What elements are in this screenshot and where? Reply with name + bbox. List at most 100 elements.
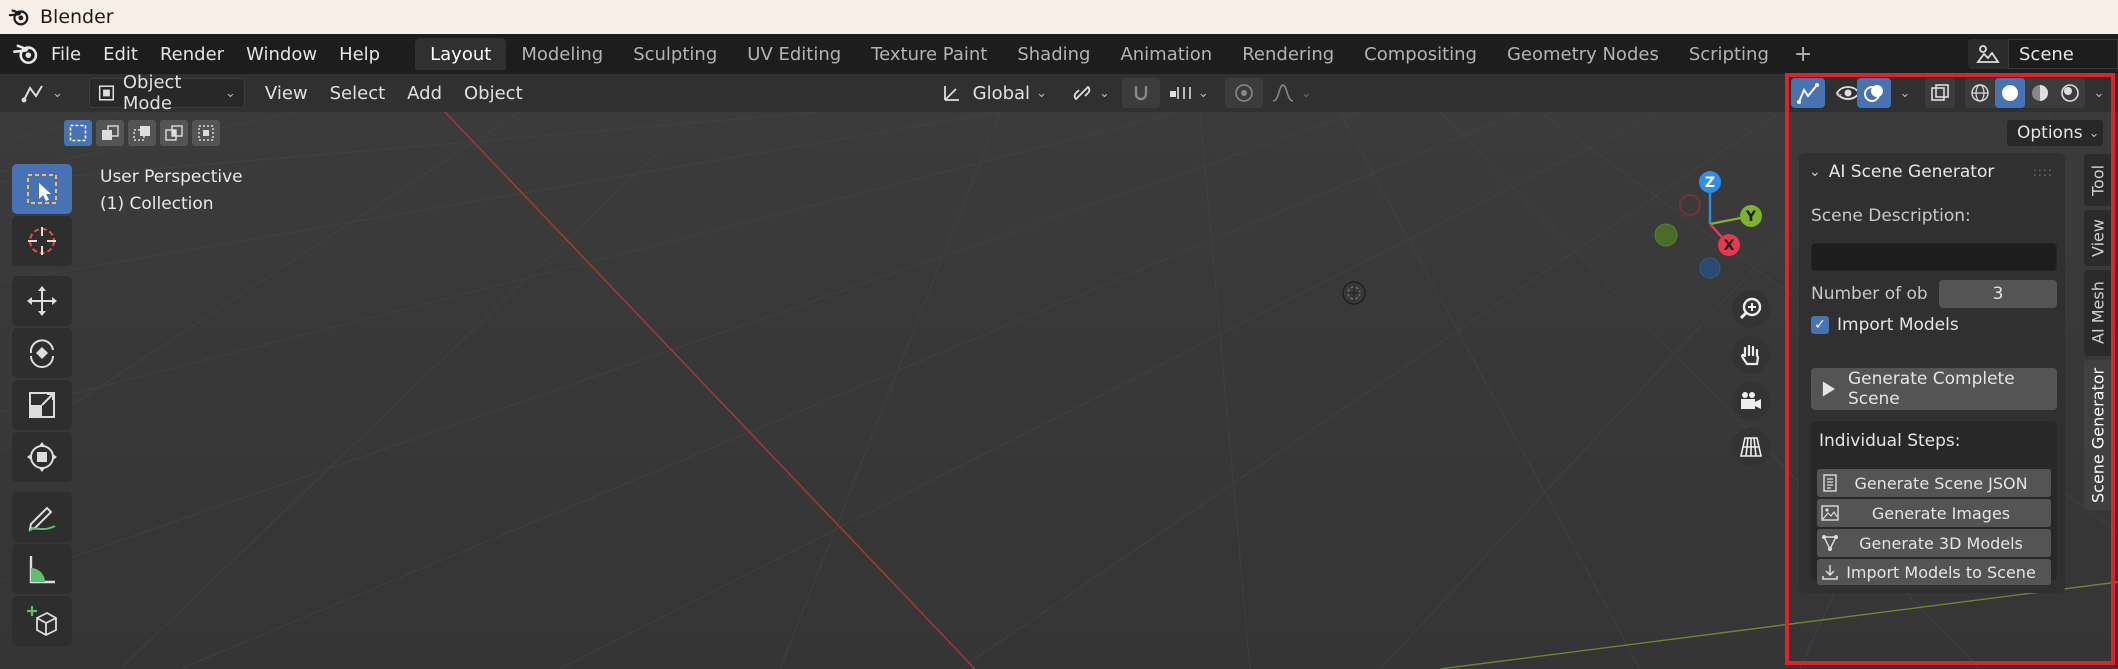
tool-select-box[interactable] [12,164,72,214]
scene-description-input[interactable] [1811,243,2057,271]
viewport-perspective-label: User Perspective [100,167,243,187]
header-menu-object[interactable]: Object [456,78,531,108]
shading-rendered-button[interactable] [2055,78,2085,108]
scene-selector[interactable]: Scene [1968,37,2118,71]
image-icon [1821,505,1839,521]
navigation-gizmo[interactable]: Z Y X [1650,168,1770,288]
select-new-button[interactable] [64,120,92,146]
tool-rotate[interactable] [12,328,72,378]
select-intersect-button[interactable] [192,120,220,146]
number-of-objects-row: Number of ob 3 [1811,279,2057,309]
blender-menu-icon[interactable] [12,40,40,68]
tab-uv-editing[interactable]: UV Editing [732,38,856,70]
perspective-toggle-button[interactable] [1732,428,1770,466]
tab-modeling[interactable]: Modeling [506,38,618,70]
text-document-icon [1823,474,1837,492]
tool-move[interactable] [12,276,72,326]
sidebar-tab-scene-generator[interactable]: Scene Generator [2084,360,2112,510]
chevron-down-icon: ⌄ [2093,85,2105,101]
gizmo-toggle-button[interactable] [1791,78,1825,108]
scene-icon[interactable] [1968,39,2008,69]
gizmo-dropdown[interactable]: ⌄ [1829,78,1849,108]
pivot-point-button[interactable]: ⌄ [1063,78,1118,108]
zoom-button[interactable] [1732,290,1770,328]
shading-material-button[interactable] [2025,78,2055,108]
generate-images-button[interactable]: Generate Images [1817,499,2051,527]
options-dropdown[interactable]: Options ⌄ [2006,119,2104,147]
tab-sculpting[interactable]: Sculpting [618,38,732,70]
transform-orientation-dropdown[interactable]: Global ⌄ [933,78,1055,108]
transform-icon [27,442,57,472]
proportional-edit-toggle[interactable] [1224,78,1263,108]
tool-annotate[interactable] [12,492,72,542]
tab-layout[interactable]: Layout [415,38,507,70]
select-subtract-button[interactable] [128,120,156,146]
falloff-dropdown[interactable]: ⌄ [1263,78,1320,108]
tab-animation[interactable]: Animation [1105,38,1227,70]
shading-wireframe-button[interactable] [1965,78,1995,108]
material-sphere-icon [2032,85,2048,101]
rotate-icon [29,339,54,368]
header-menu-select[interactable]: Select [322,78,394,108]
tab-shading[interactable]: Shading [1002,38,1105,70]
header-menu-view[interactable]: View [257,78,316,108]
sidebar-tab-view[interactable]: View [2084,210,2112,266]
scene-name-field[interactable]: Scene [2008,39,2118,69]
tool-add-cube[interactable] [12,596,72,646]
tab-rendering[interactable]: Rendering [1227,38,1349,70]
header-menu-add[interactable]: Add [399,78,450,108]
import-models-checkbox[interactable]: ✓ Import Models [1811,315,1959,335]
tool-cursor[interactable] [12,216,72,266]
generate-images-label: Generate Images [1871,503,2011,523]
overlays-toggle-button[interactable] [1857,78,1891,108]
chevron-down-icon: ⌄ [1899,85,1911,101]
pan-button[interactable] [1732,336,1770,374]
sidebar-tab-ai-mesh[interactable]: AI Mesh [2084,270,2112,356]
ai-scene-generator-panel: ⌄ AI Scene Generator :::: Scene Descript… [1799,153,2065,593]
number-of-objects-field[interactable]: 3 [1939,280,2057,308]
menu-file[interactable]: File [40,39,92,69]
wireframe-sphere-icon [1971,84,1989,102]
menu-help[interactable]: Help [328,39,391,69]
menu-window[interactable]: Window [235,39,328,69]
generate-scene-json-button[interactable]: Generate Scene JSON [1817,469,2051,497]
checkmark-icon[interactable]: ✓ [1811,316,1829,334]
xray-icon [1931,84,1949,101]
tool-scale[interactable] [12,380,72,430]
generate-complete-scene-button[interactable]: Generate Complete Scene [1811,368,2057,410]
tool-measure[interactable] [12,544,72,594]
generate-3d-models-button[interactable]: Generate 3D Models [1817,529,2051,557]
tab-compositing[interactable]: Compositing [1349,38,1492,70]
tab-texture-paint[interactable]: Texture Paint [856,38,1002,70]
panel-header[interactable]: ⌄ AI Scene Generator :::: [1799,153,2065,191]
snap-target-dropdown[interactable]: ⌄ [1160,78,1217,108]
drag-handle-icon[interactable]: :::: [2033,165,2053,179]
camera-icon [1741,392,1761,409]
mesh-vertices-icon [1822,535,1838,551]
tab-geometry-nodes[interactable]: Geometry Nodes [1492,38,1674,70]
viewport-info: User Perspective (1) Collection [100,164,243,218]
chevron-down-icon: ⌄ [2088,125,2100,141]
select-invert-button[interactable] [160,120,188,146]
tool-transform[interactable] [12,432,72,482]
menu-edit[interactable]: Edit [92,39,149,69]
add-workspace-button[interactable]: + [1784,42,1822,67]
editor-type-button[interactable]: ⌄ [12,78,71,108]
overlays-dropdown[interactable]: ⌄ [1895,78,1915,108]
scale-icon [29,392,55,418]
xray-toggle-button[interactable] [1925,78,1955,108]
mode-dropdown[interactable]: Object Mode ⌄ [88,72,245,114]
falloff-curve-icon [1272,84,1294,102]
solid-sphere-icon [2002,85,2018,101]
import-models-to-scene-button[interactable]: Import Models to Scene [1817,559,2051,585]
menu-render[interactable]: Render [149,39,235,69]
snap-toggle[interactable] [1121,78,1160,108]
shading-dropdown[interactable]: ⌄ [2089,78,2109,108]
shading-solid-button[interactable] [1995,78,2025,108]
sidebar-tab-tool[interactable]: Tool [2084,154,2112,206]
camera-view-button[interactable] [1732,382,1770,420]
chevron-down-icon[interactable]: ⌄ [1809,164,1821,180]
tab-scripting[interactable]: Scripting [1674,38,1784,70]
import-models-to-scene-label: Import Models to Scene [1846,562,2036,582]
select-extend-button[interactable] [96,120,124,146]
